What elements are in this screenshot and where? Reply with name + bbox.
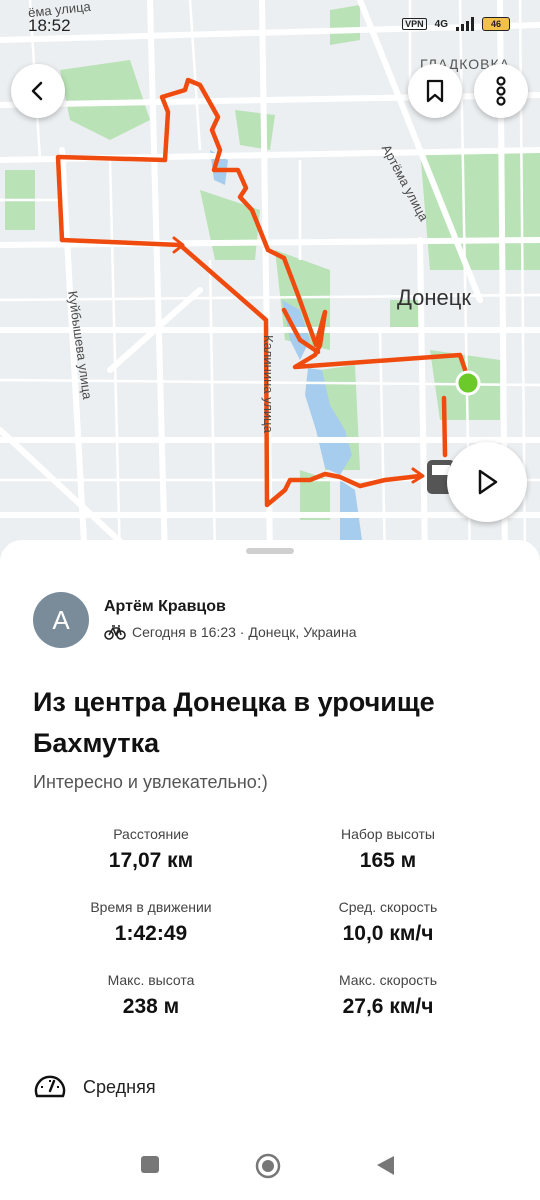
stat-value: 17,07 км <box>108 849 194 872</box>
bookmark-button[interactable] <box>408 64 462 118</box>
recents-button[interactable] <box>140 1154 160 1179</box>
system-navbar <box>0 1140 540 1200</box>
more-vertical-icon <box>496 76 506 106</box>
stat-value: 238 м <box>122 995 180 1018</box>
back-arrow-icon <box>31 81 43 101</box>
battery-icon: 46 <box>482 17 510 31</box>
stat-label: Время в движении <box>90 899 212 915</box>
stat-label: Макс. высота <box>107 972 195 988</box>
bookmark-icon <box>426 79 444 103</box>
activity-sheet: A Артём Кравцов Сегодня в 16:23 · Донецк… <box>0 540 540 1200</box>
stat-value: 1:42:49 <box>114 922 188 945</box>
status-time: 18:52 <box>28 16 71 35</box>
stat-value: 165 м <box>359 849 417 872</box>
status-icons: VPN 4G 46 <box>402 17 510 31</box>
stat-label: Сред. скорость <box>338 899 438 915</box>
signal-icon <box>456 17 474 31</box>
more-options-button[interactable] <box>474 64 528 118</box>
stat-avg-speed: Сред. скорость 10,0 км/ч <box>273 899 503 946</box>
stat-value: 10,0 км/ч <box>342 922 434 945</box>
system-back-button[interactable] <box>374 1154 396 1181</box>
avatar[interactable]: A <box>33 592 89 648</box>
activity-meta: Сегодня в 16:23 · Донецк, Украина <box>104 624 357 640</box>
stat-label: Макс. скорость <box>338 972 437 988</box>
sheet-drag-handle[interactable] <box>246 548 294 554</box>
stat-max-speed: Макс. скорость 27,6 км/ч <box>273 972 503 1019</box>
start-marker <box>455 370 481 396</box>
play-flyover-button[interactable] <box>447 442 527 522</box>
speedometer-icon <box>34 1075 66 1098</box>
triangle-back-icon <box>377 1156 394 1175</box>
street-label-kalinina: Калинина улица <box>261 335 276 433</box>
stat-label: Расстояние <box>113 826 189 842</box>
difficulty-row[interactable]: Средняя <box>33 1072 156 1102</box>
status-bar: 18:52 VPN 4G 46 <box>0 0 540 48</box>
stat-moving-time: Время в движении 1:42:49 <box>36 899 266 946</box>
stat-elevation-gain: Набор высоты 165 м <box>273 826 503 873</box>
vpn-icon: VPN <box>402 18 427 30</box>
back-button[interactable] <box>11 64 65 118</box>
square-icon <box>141 1156 159 1173</box>
activity-description: Интересно и увлекательно:) <box>33 772 268 792</box>
stat-label: Набор высоты <box>341 826 435 842</box>
bicycle-icon <box>104 625 126 640</box>
network-label: 4G <box>434 18 448 30</box>
activity-title: Из центра Донецка в урочище Бахмутка <box>33 687 435 758</box>
stat-value: 27,6 км/ч <box>342 995 434 1018</box>
activity-meta-text: Сегодня в 16:23 · Донецк, Украина <box>132 624 357 640</box>
route-map[interactable]: ГЛАДКОВКА ёма улица Донецк Артёма улица … <box>0 0 540 560</box>
athlete-name[interactable]: Артём Кравцов <box>104 598 226 616</box>
home-button[interactable] <box>255 1153 281 1184</box>
play-icon <box>478 469 498 495</box>
circle-icon <box>255 1153 281 1179</box>
stat-max-elevation: Макс. высота 238 м <box>36 972 266 1019</box>
stat-distance: Расстояние 17,07 км <box>36 826 266 873</box>
city-label: Донецк <box>397 285 471 310</box>
difficulty-label: Средняя <box>83 1076 156 1097</box>
